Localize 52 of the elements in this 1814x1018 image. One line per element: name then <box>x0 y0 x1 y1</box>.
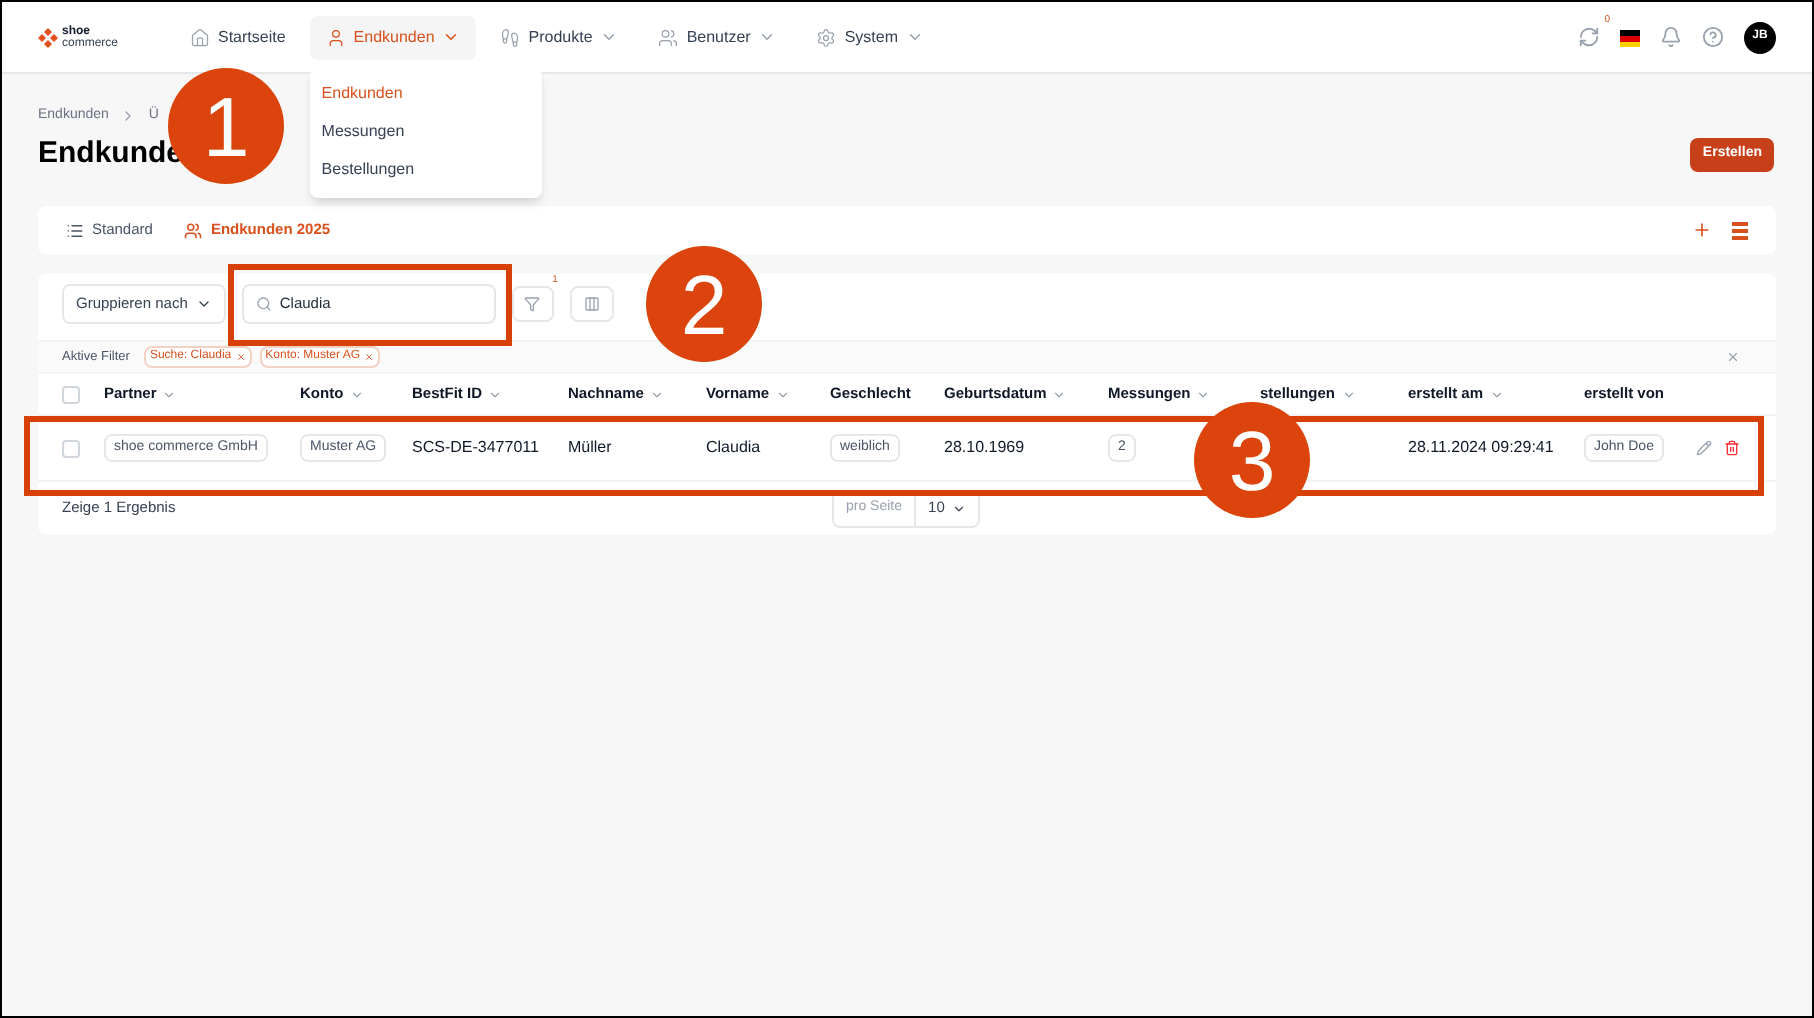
user-icon <box>325 27 346 47</box>
sort-icon <box>1341 387 1356 401</box>
list-icon <box>66 221 84 239</box>
sort-icon <box>1052 387 1067 401</box>
table-cell: 28.11.2024 09:29:41 <box>1408 436 1554 460</box>
users-icon <box>184 221 203 239</box>
nav-item[interactable]: System <box>800 15 941 59</box>
filter-button[interactable] <box>511 286 554 322</box>
table-cell: Claudia <box>706 436 761 460</box>
logo-icon <box>38 27 58 47</box>
table-cell: 28.10.1969 <box>944 436 1025 460</box>
table-cell: Müller <box>568 436 612 460</box>
nav-item[interactable]: Benutzer <box>642 15 793 59</box>
chevron-icon <box>442 28 461 46</box>
add-icon[interactable] <box>1692 220 1712 240</box>
columns-icon <box>583 296 600 312</box>
chevron-icon <box>195 296 212 312</box>
checkbox[interactable] <box>62 385 80 403</box>
nav-item[interactable]: Endkunden <box>309 15 477 59</box>
sort-icon <box>488 387 503 401</box>
columns-button[interactable] <box>569 286 614 322</box>
chevron-icon <box>952 501 967 515</box>
home-icon <box>190 27 210 47</box>
bell-icon[interactable] <box>1660 26 1682 48</box>
sync-icon[interactable] <box>1578 26 1600 48</box>
menu-item[interactable]: Bestellungen <box>309 151 542 189</box>
sort-icon <box>649 387 664 401</box>
shoe-icon <box>500 27 521 47</box>
table-cell: SCS-DE-3477011 <box>412 436 539 460</box>
nav-item[interactable]: Produkte <box>484 15 635 59</box>
menu-item[interactable]: Messungen <box>309 113 542 151</box>
flag-icon[interactable] <box>1620 27 1640 47</box>
filter-icon <box>524 296 541 312</box>
help-icon[interactable] <box>1702 26 1724 48</box>
chevron-icon <box>906 28 925 46</box>
sort-icon <box>162 387 177 401</box>
search-icon <box>255 296 272 312</box>
delete-icon[interactable] <box>1724 440 1740 456</box>
sort-icon <box>1489 387 1504 401</box>
checkbox[interactable] <box>62 439 80 457</box>
close-icon[interactable] <box>1726 350 1740 364</box>
sort-icon <box>775 387 790 401</box>
edit-icon[interactable] <box>1696 440 1712 456</box>
nav-item[interactable]: Startseite <box>174 15 302 59</box>
stack-icon[interactable] <box>1732 221 1748 239</box>
chevron-icon <box>600 28 619 46</box>
sort-icon <box>1196 387 1211 401</box>
chevron-icon <box>758 28 777 46</box>
gear-icon <box>816 27 837 47</box>
menu-item[interactable]: Endkunden <box>309 75 542 113</box>
sort-icon <box>349 387 364 401</box>
users-icon <box>658 27 679 47</box>
